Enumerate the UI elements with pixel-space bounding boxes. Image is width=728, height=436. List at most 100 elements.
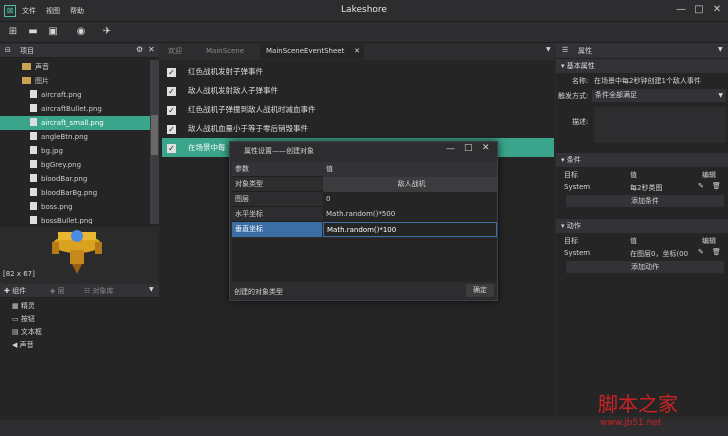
minimize-icon[interactable]: — [674,4,688,15]
project-panel: ⊟ 项目 ⚙ ✕ 声音 图片 aircraft.png aircraftBullet.… [0,44,159,224]
file-icon [30,90,37,98]
checkbox-icon[interactable]: ✓ [167,87,176,96]
description-field[interactable] [594,107,726,143]
dialog-titlebar: 属性设置——创建对象 — □ ✕ [230,142,497,158]
close-tab-icon[interactable]: ✕ [354,44,360,59]
desc-label: 描述: [572,118,589,126]
event-row[interactable]: ✓ 红色战机发射子弹事件 [162,62,554,81]
event-row[interactable]: ✓ 敌人战机发射敌人子弹事件 [162,81,554,100]
close-icon[interactable]: ✕ [710,4,724,15]
close-icon[interactable]: ✕ [148,45,155,54]
tree-file[interactable]: bgGrey.png [0,158,150,172]
close-icon[interactable]: ✕ [482,143,490,153]
file-icon [30,216,37,224]
checkbox-icon[interactable]: ✓ [167,125,176,134]
actions-section[interactable]: ▾ 动作 [556,219,728,233]
tree-file[interactable]: aircraftBullet.png [0,102,150,116]
name-label: 名称: [572,77,589,85]
tree-file[interactable]: boss.png [0,200,150,214]
tree-folder[interactable]: 图片 [0,74,150,88]
layer-tab[interactable]: ◈ 层 [50,286,65,296]
file-tree: 声音 图片 aircraft.png aircraftBullet.png aircra… [0,60,152,224]
property-dialog: 属性设置——创建对象 — □ ✕ 参数 值 对象类型 敌人战机 图层 0 水平坐… [229,141,498,301]
edit-icon[interactable]: ✎ [698,182,704,190]
folder-icon [22,63,31,70]
tree-file[interactable]: angleBtn.png [0,130,150,144]
tree-file[interactable]: aircraft_small.png [0,116,150,130]
tree-file[interactable]: bg.jpg [0,144,150,158]
tab-mainscene[interactable]: MainScene [200,44,250,59]
project-label: 项目 [20,47,34,55]
dropdown-icon[interactable]: ▼ [718,46,723,53]
add-condition-button[interactable]: 添加条件 [566,195,724,207]
tree-file[interactable]: bloodBar.png [0,172,150,186]
properties-panel: ☰ 属性 ▼ ▾ 基本属性 名称: 在场景中每2秒钟创建1个敌人事件 触发方式:… [556,43,728,416]
sound-icon: ◀ [12,341,20,349]
tree-icon: ⊟ [5,46,11,54]
maximize-icon[interactable]: □ [464,143,473,153]
image-preview: [82 x 67] [0,224,159,284]
dialog-header-row: 参数 值 [232,162,497,177]
file-icon [30,104,37,112]
open-folder-icon[interactable]: ▬ [26,25,40,39]
file-icon [30,202,37,210]
tab-welcome[interactable]: 欢迎 [162,44,188,59]
x-coord-field[interactable]: Math.random()*500 [323,207,497,222]
tree-folder[interactable]: 声音 [0,60,150,74]
delete-icon[interactable]: 🗑 [712,182,721,190]
object-library-tab[interactable]: ☷ 对象库 [84,286,114,296]
tree-file[interactable]: bossBullet.png [0,214,150,224]
trigger-select[interactable]: 条件全部满足 ▼ [592,89,726,102]
toolbar: ⊞ ▬ ▣ ◉ ✈ [0,22,728,43]
watermark-text: 脚本之家 [598,392,678,416]
minimize-icon[interactable]: — [446,144,455,154]
layer-field[interactable]: 0 [323,192,497,207]
scrollbar[interactable] [150,60,159,224]
ok-button[interactable]: 确定 [466,284,494,297]
y-coord-field[interactable]: Math.random()*100 [323,222,497,237]
action-value: 在图层0，坐标(00 [630,250,689,258]
maximize-icon[interactable]: □ [692,4,706,15]
checkbox-icon[interactable]: ✓ [167,106,176,115]
tab-eventsheet[interactable]: MainSceneEventSheet ✕ [260,44,364,59]
file-icon [30,118,37,126]
checkbox-icon[interactable]: ✓ [167,68,176,77]
checkbox-icon[interactable]: ✓ [167,144,176,153]
event-row[interactable]: ✓ 敌人战机血量小于等于零后销毁事件 [162,119,554,138]
component-item[interactable]: ▭ 按钮 [12,313,42,326]
save-icon[interactable]: ▣ [46,25,60,39]
add-action-button[interactable]: 添加动作 [566,261,724,273]
tree-file[interactable]: aircraft.png [0,88,150,102]
conditions-section[interactable]: ▾ 条件 [556,153,728,167]
new-project-icon[interactable]: ⊞ [6,25,20,39]
component-list: ▦ 精灵 ▭ 按钮 ▤ 文本框 ◀ 声音 [12,300,42,352]
sprite-icon: ▦ [12,302,21,310]
component-item[interactable]: ▦ 精灵 [12,300,42,313]
component-tab[interactable]: ✚ 组件 [4,286,26,296]
component-item[interactable]: ▤ 文本框 [12,326,42,339]
properties-tab[interactable]: 属性 [578,46,592,56]
components-panel: ✚ 组件 ◈ 层 ☷ 对象库 ▼ ▦ 精灵 ▭ 按钮 ▤ 文本框 ◀ 声音 [0,284,159,420]
trigger-label: 触发方式: [558,92,589,100]
file-icon [30,188,37,196]
component-item[interactable]: ◀ 声音 [12,339,42,352]
file-icon [30,132,37,140]
dropdown-icon[interactable]: ▼ [149,286,154,293]
play-icon[interactable]: ◉ [74,25,88,39]
dialog-footer-text: 创建的对象类型 [234,288,283,296]
basic-section[interactable]: ▾ 基本属性 [556,59,728,73]
tab-dropdown-icon[interactable]: ▼ [546,46,551,53]
object-type-button[interactable]: 敌人战机 [323,177,497,192]
action-target: System [564,249,591,257]
delete-icon[interactable]: 🗑 [712,248,721,256]
folder-icon [22,77,31,84]
settings-icon[interactable]: ⚙ [136,45,143,54]
event-name-field[interactable]: 在场景中每2秒钟创建1个敌人事件 [594,76,701,86]
event-row[interactable]: ✓ 红色战机子弹撞到敌人战机时减血事件 [162,100,554,119]
dialog-title: 属性设置——创建对象 [244,147,314,155]
edit-icon[interactable]: ✎ [698,248,704,256]
watermark-url: www.jb51.net [600,418,662,428]
tree-file[interactable]: bloodBarBg.png [0,186,150,200]
publish-icon[interactable]: ✈ [100,25,114,39]
file-icon [30,174,37,182]
